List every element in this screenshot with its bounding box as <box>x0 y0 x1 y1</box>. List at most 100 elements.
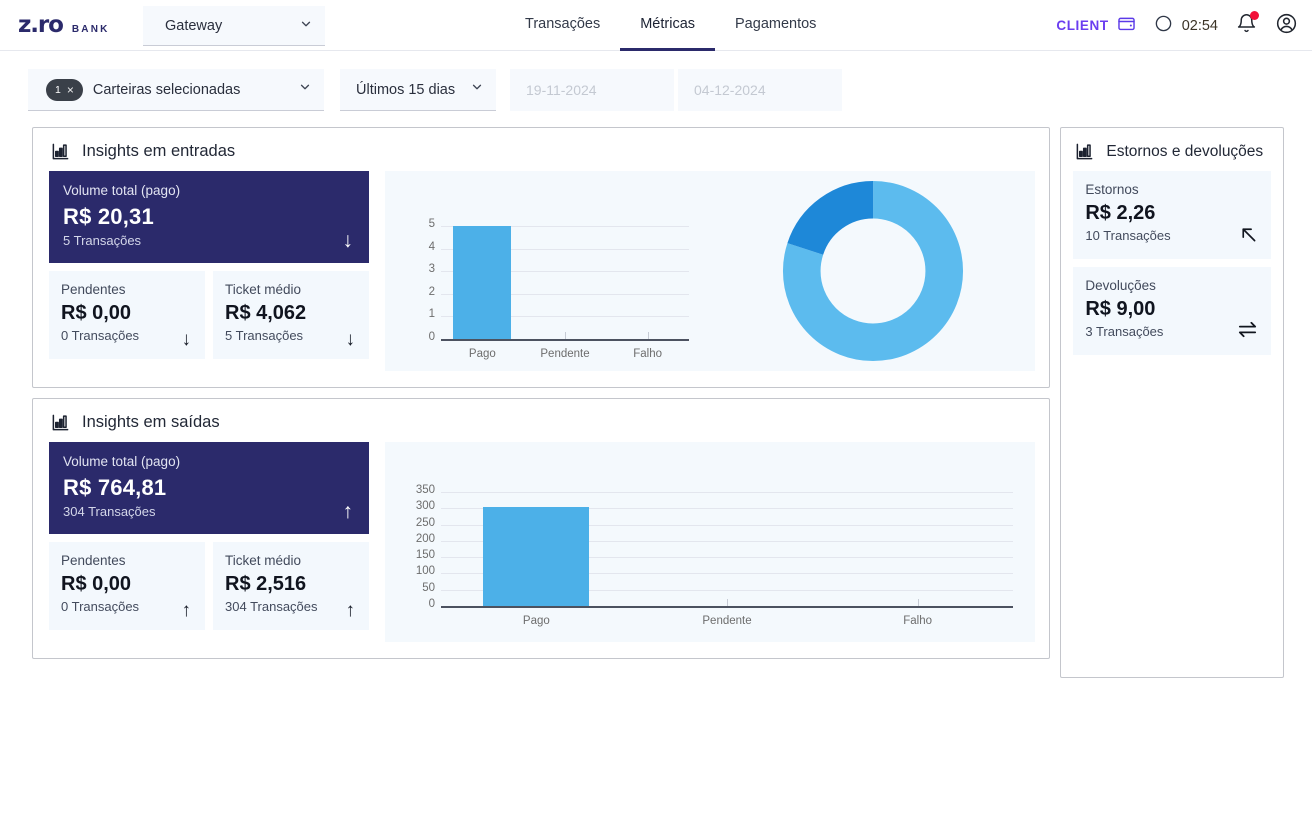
devolucoes-sub: 3 Transações <box>1085 324 1164 339</box>
y-axis-tick-label: 5 <box>428 218 435 230</box>
entradas-body: Volume total (pago) R$ 20,31 5 Transaçõe… <box>33 171 1049 387</box>
entradas-donut-chart[interactable] <box>711 171 1035 371</box>
wallets-selected-count: 1 <box>55 83 61 96</box>
period-filter-select[interactable]: Últimos 15 dias <box>340 69 496 111</box>
gateway-select-value: Gateway <box>165 17 223 34</box>
session-timer: 02:54 <box>1154 14 1218 38</box>
entradas-volume-total-value: R$ 20,31 <box>63 204 154 229</box>
entradas-panel-title: Insights em entradas <box>82 142 236 160</box>
arrow-up-icon: ↑ <box>181 600 192 621</box>
x-axis-line <box>441 339 689 341</box>
user-account-icon <box>1275 12 1298 40</box>
entradas-volume-total-sub: 5 Transações <box>63 233 142 248</box>
y-axis-tick-label: 3 <box>428 263 435 276</box>
gateway-select[interactable]: Gateway <box>143 6 325 46</box>
client-switcher[interactable]: CLIENT <box>1056 14 1135 38</box>
devolucoes-value: R$ 9,00 <box>1085 298 1156 320</box>
entradas-panel-header: Insights em entradas <box>33 128 1049 171</box>
saidas-pendentes-card[interactable]: Pendentes R$ 0,00 0 Transações ↑ <box>49 542 205 630</box>
saidas-pendentes-sub: 0 Transações <box>61 599 140 614</box>
date-end-input[interactable]: 04-12-2024 <box>678 69 842 111</box>
saidas-chart-panel: 0 50 100 150 200 250 300 350 Pago Pendente Falho <box>385 442 1036 642</box>
entradas-ticket-medio-sub: 5 Transações <box>225 328 304 343</box>
bar-pago[interactable] <box>483 506 590 606</box>
close-icon[interactable]: × <box>67 83 74 97</box>
account-menu-button[interactable] <box>1275 12 1298 40</box>
saidas-ticket-medio-sub: 304 Transações <box>225 599 318 614</box>
arrow-up-left-icon <box>1238 224 1259 249</box>
wallet-icon <box>1117 14 1136 38</box>
saidas-ticket-medio-label: Ticket médio <box>225 553 302 568</box>
entradas-pendentes-sub: 0 Transações <box>61 328 140 343</box>
date-range-group: 19-11-2024 04-12-2024 <box>510 69 842 111</box>
nav-item-pagamentos[interactable]: Pagamentos <box>715 0 836 51</box>
entradas-stats: Volume total (pago) R$ 20,31 5 Transaçõe… <box>49 171 369 371</box>
circle-timer-icon <box>1154 14 1173 38</box>
devolucoes-card[interactable]: Devoluções R$ 9,00 3 Transações <box>1073 267 1271 355</box>
estornos-column: Estornos e devoluções Estornos R$ 2,26 1… <box>1060 127 1284 678</box>
bar-pago[interactable] <box>453 226 512 339</box>
main-nav: Transações Métricas Pagamentos <box>505 0 836 51</box>
entradas-panel: Insights em entradas Volume total (pago)… <box>32 127 1051 388</box>
estornos-card[interactable]: Estornos R$ 2,26 10 Transações <box>1073 171 1271 259</box>
entradas-pendentes-value: R$ 0,00 <box>61 302 132 324</box>
estornos-panel-header: Estornos e devoluções <box>1061 128 1283 171</box>
x-axis-category-label: Pago <box>468 348 496 360</box>
y-axis-tick-label: 300 <box>415 500 435 513</box>
bar-chart-icon <box>51 413 70 432</box>
wallets-filter-select[interactable]: 1 × Carteiras selecionadas <box>28 69 324 111</box>
chevron-down-icon <box>470 80 484 99</box>
entradas-ticket-medio-value: R$ 4,062 <box>225 302 307 324</box>
saidas-pendentes-label: Pendentes <box>61 553 126 568</box>
filter-bar: 1 × Carteiras selecionadas Últimos 15 di… <box>0 51 1312 111</box>
period-filter-label: Últimos 15 dias <box>356 81 456 98</box>
saidas-panel-header: Insights em saídas <box>33 399 1049 442</box>
brand-mark-text: z.ro <box>18 12 64 38</box>
estornos-value: R$ 2,26 <box>1085 202 1156 224</box>
arrow-up-icon: ↑ <box>345 600 356 621</box>
nav-item-transacoes-label: Transações <box>525 16 601 32</box>
entradas-pendentes-label: Pendentes <box>61 282 126 297</box>
entradas-ticket-medio-card[interactable]: Ticket médio R$ 4,062 5 Transações ↓ <box>213 271 369 359</box>
notification-badge-dot <box>1250 10 1259 20</box>
entradas-volume-total-label: Volume total (pago) <box>63 183 181 198</box>
brand-logo[interactable]: z.ro BANK <box>0 12 148 38</box>
entradas-volume-total-card[interactable]: Volume total (pago) R$ 20,31 5 Transaçõe… <box>49 171 369 263</box>
wallets-selected-badge[interactable]: 1 × <box>46 78 83 101</box>
estornos-label: Estornos <box>1085 182 1139 197</box>
saidas-volume-total-value: R$ 764,81 <box>63 475 167 500</box>
estornos-panel-title: Estornos e devoluções <box>1106 142 1264 160</box>
entradas-bar-chart[interactable]: 0 1 2 3 4 5 Pago Pendente Falho <box>385 171 711 371</box>
client-label: CLIENT <box>1056 18 1109 33</box>
saidas-ticket-medio-card[interactable]: Ticket médio R$ 2,516 304 Transações ↑ <box>213 542 369 630</box>
saidas-volume-total-card[interactable]: Volume total (pago) R$ 764,81 304 Transa… <box>49 442 369 534</box>
x-axis-category-label: Falho <box>903 615 933 627</box>
entradas-charts-panel: 0 1 2 3 4 5 Pago Pendente Falho <box>385 171 1036 371</box>
entradas-small-stats: Pendentes R$ 0,00 0 Transações ↓ Ticket … <box>49 271 369 359</box>
insights-column: Insights em entradas Volume total (pago)… <box>32 127 1051 659</box>
saidas-panel: Insights em saídas Volume total (pago) R… <box>32 398 1051 659</box>
donut-slice-estornado[interactable] <box>783 180 964 362</box>
y-axis-tick-label: 350 <box>415 484 435 496</box>
wallets-filter-label: Carteiras selecionadas <box>92 81 241 98</box>
entradas-pendentes-card[interactable]: Pendentes R$ 0,00 0 Transações ↓ <box>49 271 205 359</box>
dashboard-content: Insights em entradas Volume total (pago)… <box>0 111 1312 678</box>
saidas-bar-chart[interactable]: 0 50 100 150 200 250 300 350 Pago Pendente Falho <box>385 442 1035 642</box>
estornos-panel: Estornos e devoluções Estornos R$ 2,26 1… <box>1060 127 1284 678</box>
saidas-ticket-medio-value: R$ 2,516 <box>225 573 307 595</box>
nav-item-metricas[interactable]: Métricas <box>620 0 716 51</box>
x-axis-tick <box>727 599 728 606</box>
chevron-down-icon <box>298 80 312 99</box>
entradas-ticket-medio-label: Ticket médio <box>225 282 302 297</box>
x-axis-category-label: Pendente <box>702 615 752 627</box>
top-right-actions: CLIENT 02:54 <box>1056 0 1298 51</box>
bar-chart-icon <box>51 142 70 161</box>
date-start-input[interactable]: 19-11-2024 <box>510 69 674 111</box>
nav-item-transacoes[interactable]: Transações <box>505 0 620 51</box>
saidas-panel-title: Insights em saídas <box>82 413 220 431</box>
y-axis-tick-label: 250 <box>415 516 435 529</box>
y-axis-tick-label: 2 <box>428 285 435 298</box>
saidas-stats: Volume total (pago) R$ 764,81 304 Transa… <box>49 442 369 642</box>
date-end-placeholder: 04-12-2024 <box>694 82 766 98</box>
notifications-button[interactable] <box>1236 10 1259 39</box>
